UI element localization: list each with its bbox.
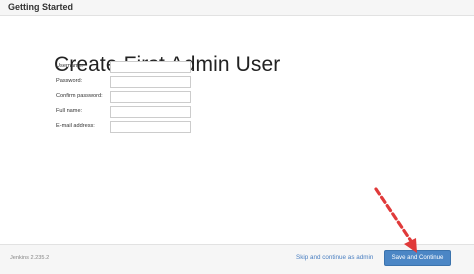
username-input[interactable] — [110, 61, 191, 73]
wizard-header: Getting Started — [0, 0, 474, 16]
full-name-label: Full name: — [56, 108, 83, 114]
wizard-title: Getting Started — [8, 2, 74, 12]
version-label: Jenkins 2.235.2 — [10, 255, 50, 261]
full-name-input[interactable] — [110, 106, 191, 118]
password-input[interactable] — [110, 76, 191, 88]
password-label: Password: — [56, 78, 83, 84]
email-input[interactable] — [110, 121, 191, 133]
email-label: E-mail address: — [56, 123, 95, 129]
setup-wizard-page: Getting Started Create First Admin User … — [0, 0, 474, 274]
save-and-continue-button[interactable]: Save and Continue — [384, 250, 451, 266]
username-label: Username: — [56, 63, 84, 69]
confirm-password-input[interactable] — [110, 91, 191, 103]
skip-continue-as-admin-link[interactable]: Skip and continue as admin — [296, 254, 373, 261]
wizard-footer: Jenkins 2.235.2 Skip and continue as adm… — [0, 244, 474, 274]
confirm-password-label: Confirm password: — [56, 93, 103, 99]
wizard-content: Create First Admin User Username: Passwo… — [4, 16, 470, 243]
